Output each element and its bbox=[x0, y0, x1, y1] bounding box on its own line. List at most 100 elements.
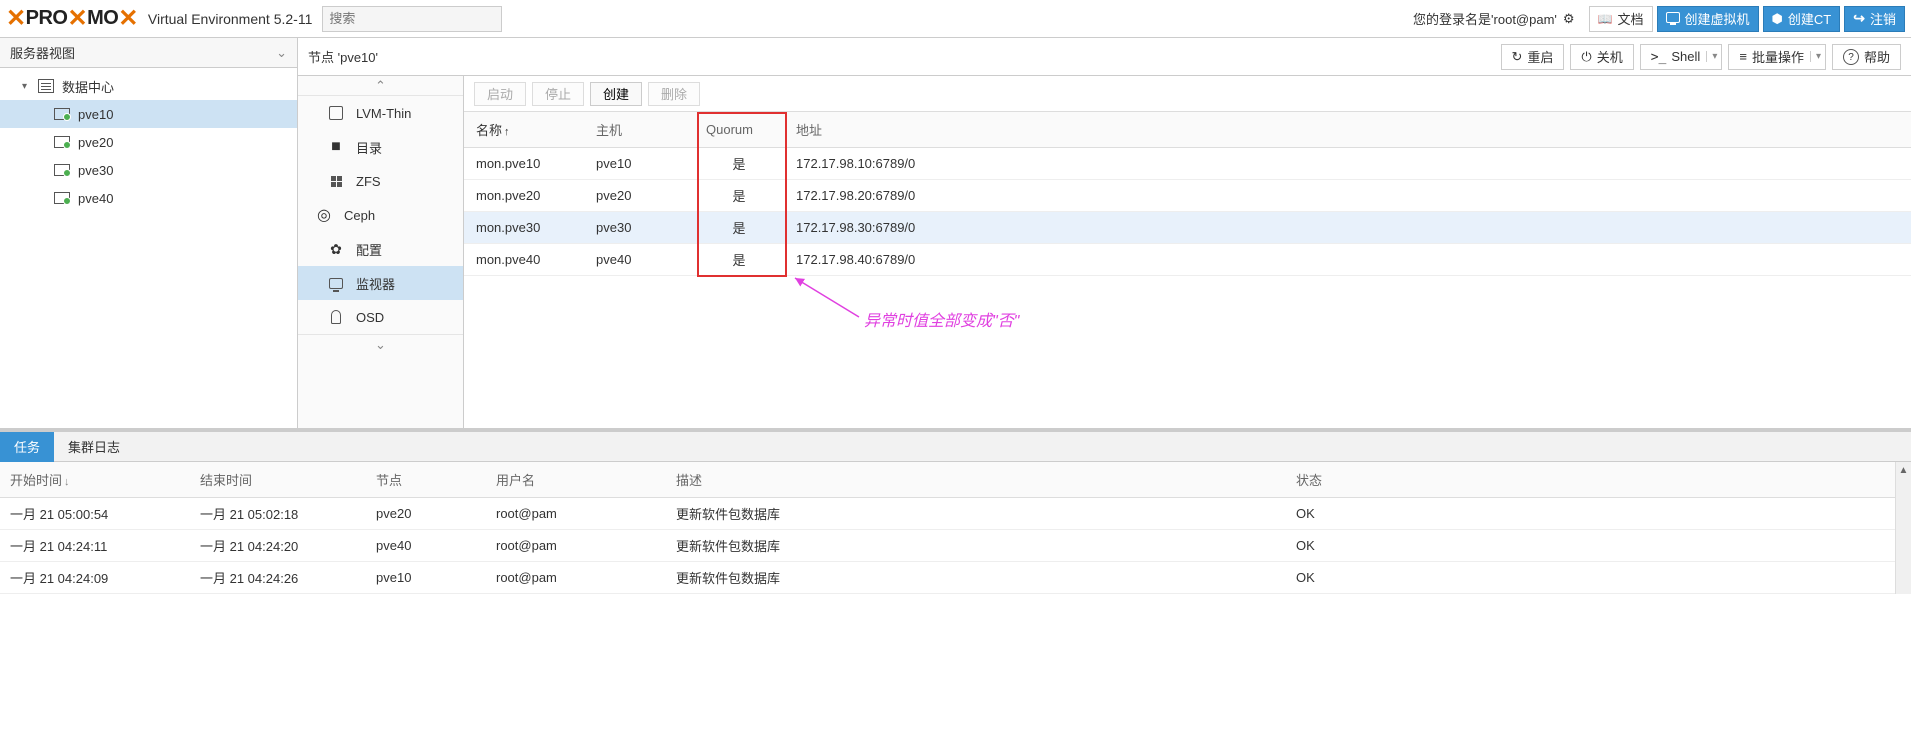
server-icon bbox=[52, 190, 72, 206]
shell-button[interactable]: Shell ▾ bbox=[1640, 44, 1723, 70]
col-desc[interactable]: 描述 bbox=[666, 462, 1286, 498]
nav-monitor[interactable]: 监视器 bbox=[298, 266, 463, 300]
gear-icon bbox=[326, 241, 346, 258]
logout-label: 注销 bbox=[1870, 9, 1896, 28]
search-input[interactable] bbox=[322, 6, 502, 32]
reboot-label: 重启 bbox=[1527, 47, 1553, 66]
left-tree-panel: 服务器视图 ⌄ ▾ 数据中心 pve10 pve20 pve30 bbox=[0, 38, 298, 428]
stop-button[interactable]: 停止 bbox=[532, 82, 584, 106]
col-addr[interactable]: 地址 bbox=[784, 112, 1911, 148]
col-name[interactable]: 名称↑ bbox=[464, 112, 584, 148]
power-icon bbox=[1581, 49, 1591, 65]
login-info: 您的登录名是'root@pam' bbox=[1413, 9, 1557, 28]
logo: ✕ PRO ✕ MO ✕ bbox=[6, 4, 138, 33]
shell-label: Shell bbox=[1671, 49, 1700, 64]
folder-icon bbox=[326, 138, 346, 156]
bulk-action-button[interactable]: 批量操作 ▾ bbox=[1728, 44, 1826, 70]
create-ct-button[interactable]: 创建CT bbox=[1763, 6, 1841, 32]
tab-tasks[interactable]: 任务 bbox=[0, 432, 54, 462]
nav-zfs-label: ZFS bbox=[356, 174, 381, 189]
nav-osd-label: OSD bbox=[356, 310, 384, 325]
server-icon bbox=[52, 162, 72, 178]
scroll-up-icon[interactable]: ▲ bbox=[1896, 462, 1911, 478]
nav-lvm-thin-label: LVM-Thin bbox=[356, 106, 411, 121]
resource-tree: ▾ 数据中心 pve10 pve20 pve30 bbox=[0, 68, 297, 216]
list-icon bbox=[1739, 49, 1747, 64]
nav-lvm-thin[interactable]: LVM-Thin bbox=[298, 96, 463, 130]
datacenter-icon bbox=[36, 78, 56, 94]
gear-icon[interactable]: ⚙ bbox=[1563, 11, 1575, 27]
log-panel: 任务 集群日志 开始时间↓ 结束时间 节点 用户名 描述 状态 一月 21 05… bbox=[0, 428, 1911, 594]
start-button[interactable]: 启动 bbox=[474, 82, 526, 106]
grid-icon bbox=[326, 176, 346, 187]
logo-text-mo: MO bbox=[87, 7, 118, 30]
nav-config[interactable]: 配置 bbox=[298, 232, 463, 266]
server-icon bbox=[52, 106, 72, 122]
nav-osd[interactable]: OSD bbox=[298, 300, 463, 334]
terminal-icon bbox=[1651, 49, 1667, 65]
sort-asc-icon: ↑ bbox=[504, 126, 510, 138]
tree-datacenter[interactable]: ▾ 数据中心 bbox=[0, 72, 297, 100]
docs-button[interactable]: 文档 bbox=[1589, 6, 1653, 32]
annotation-text: 异常时值全部变成"否" bbox=[864, 307, 1019, 331]
chevron-down-icon: ⌄ bbox=[276, 45, 287, 61]
shutdown-button[interactable]: 关机 bbox=[1570, 44, 1633, 70]
logo-text-pro: PRO bbox=[26, 7, 68, 30]
nav-ceph-label: Ceph bbox=[344, 208, 375, 223]
col-user[interactable]: 用户名 bbox=[486, 462, 666, 498]
task-row[interactable]: 一月 21 04:24:09 一月 21 04:24:26 pve10 root… bbox=[0, 562, 1911, 594]
refresh-icon bbox=[1512, 49, 1523, 65]
logout-button[interactable]: 注销 bbox=[1844, 6, 1905, 32]
chevron-down-icon[interactable]: ▾ bbox=[1706, 51, 1717, 62]
nav-scroll-down[interactable]: ⌄ bbox=[298, 334, 463, 354]
tree-node-pve30[interactable]: pve30 bbox=[0, 156, 297, 184]
main-area: 服务器视图 ⌄ ▾ 数据中心 pve10 pve20 pve30 bbox=[0, 38, 1911, 428]
nav-config-label: 配置 bbox=[356, 240, 382, 259]
logo-x-icon-2: ✕ bbox=[67, 4, 87, 33]
nav-scroll-up[interactable]: ⌃ bbox=[298, 76, 463, 96]
create-button[interactable]: 创建 bbox=[590, 82, 642, 106]
col-node[interactable]: 节点 bbox=[366, 462, 486, 498]
tree-datacenter-label: 数据中心 bbox=[62, 77, 114, 96]
col-status[interactable]: 状态 bbox=[1286, 462, 1911, 498]
center-panel: 节点 'pve10' 重启 关机 Shell ▾ 批量操作 ▾ bbox=[298, 38, 1911, 428]
nav-zfs[interactable]: ZFS bbox=[298, 164, 463, 198]
delete-button[interactable]: 删除 bbox=[648, 82, 700, 106]
tab-cluster-log[interactable]: 集群日志 bbox=[54, 432, 134, 462]
tree-node-pve10[interactable]: pve10 bbox=[0, 100, 297, 128]
logo-x-icon-3: ✕ bbox=[118, 4, 138, 33]
col-end-time[interactable]: 结束时间 bbox=[190, 462, 366, 498]
logo-x-icon: ✕ bbox=[6, 4, 26, 33]
view-selector[interactable]: 服务器视图 ⌄ bbox=[0, 38, 297, 68]
bulk-label: 批量操作 bbox=[1752, 47, 1804, 66]
tree-toggle-icon[interactable]: ▾ bbox=[22, 81, 36, 92]
log-tabs: 任务 集群日志 bbox=[0, 432, 1911, 462]
tree-node-label: pve10 bbox=[78, 107, 113, 122]
task-row[interactable]: 一月 21 04:24:11 一月 21 04:24:20 pve40 root… bbox=[0, 530, 1911, 562]
help-icon bbox=[1843, 48, 1859, 66]
table-row[interactable]: mon.pve40 pve40 是 172.17.98.40:6789/0 bbox=[464, 244, 1911, 276]
reboot-button[interactable]: 重启 bbox=[1501, 44, 1565, 70]
task-row[interactable]: 一月 21 05:00:54 一月 21 05:02:18 pve20 root… bbox=[0, 498, 1911, 530]
nav-directory[interactable]: 目录 bbox=[298, 130, 463, 164]
nav-monitor-label: 监视器 bbox=[356, 274, 395, 293]
col-quorum[interactable]: Quorum bbox=[694, 112, 784, 148]
sort-desc-icon: ↓ bbox=[64, 476, 70, 488]
logout-icon bbox=[1853, 10, 1865, 27]
tree-node-label: pve30 bbox=[78, 163, 113, 178]
table-row[interactable]: mon.pve10 pve10 是 172.17.98.10:6789/0 bbox=[464, 148, 1911, 180]
chevron-down-icon[interactable]: ▾ bbox=[1810, 51, 1821, 62]
create-vm-button[interactable]: 创建虚拟机 bbox=[1657, 6, 1759, 32]
tree-node-pve20[interactable]: pve20 bbox=[0, 128, 297, 156]
col-host[interactable]: 主机 bbox=[584, 112, 694, 148]
view-selector-label: 服务器视图 bbox=[10, 43, 75, 62]
table-row[interactable]: mon.pve30 pve30 是 172.17.98.30:6789/0 bbox=[464, 212, 1911, 244]
tree-node-pve40[interactable]: pve40 bbox=[0, 184, 297, 212]
nav-ceph[interactable]: Ceph bbox=[298, 198, 463, 232]
tree-node-label: pve20 bbox=[78, 135, 113, 150]
help-button[interactable]: 帮助 bbox=[1832, 44, 1901, 70]
ceph-icon bbox=[314, 205, 334, 225]
scrollbar[interactable]: ▲ bbox=[1895, 462, 1911, 594]
col-start-time[interactable]: 开始时间↓ bbox=[0, 462, 190, 498]
table-row[interactable]: mon.pve20 pve20 是 172.17.98.20:6789/0 bbox=[464, 180, 1911, 212]
